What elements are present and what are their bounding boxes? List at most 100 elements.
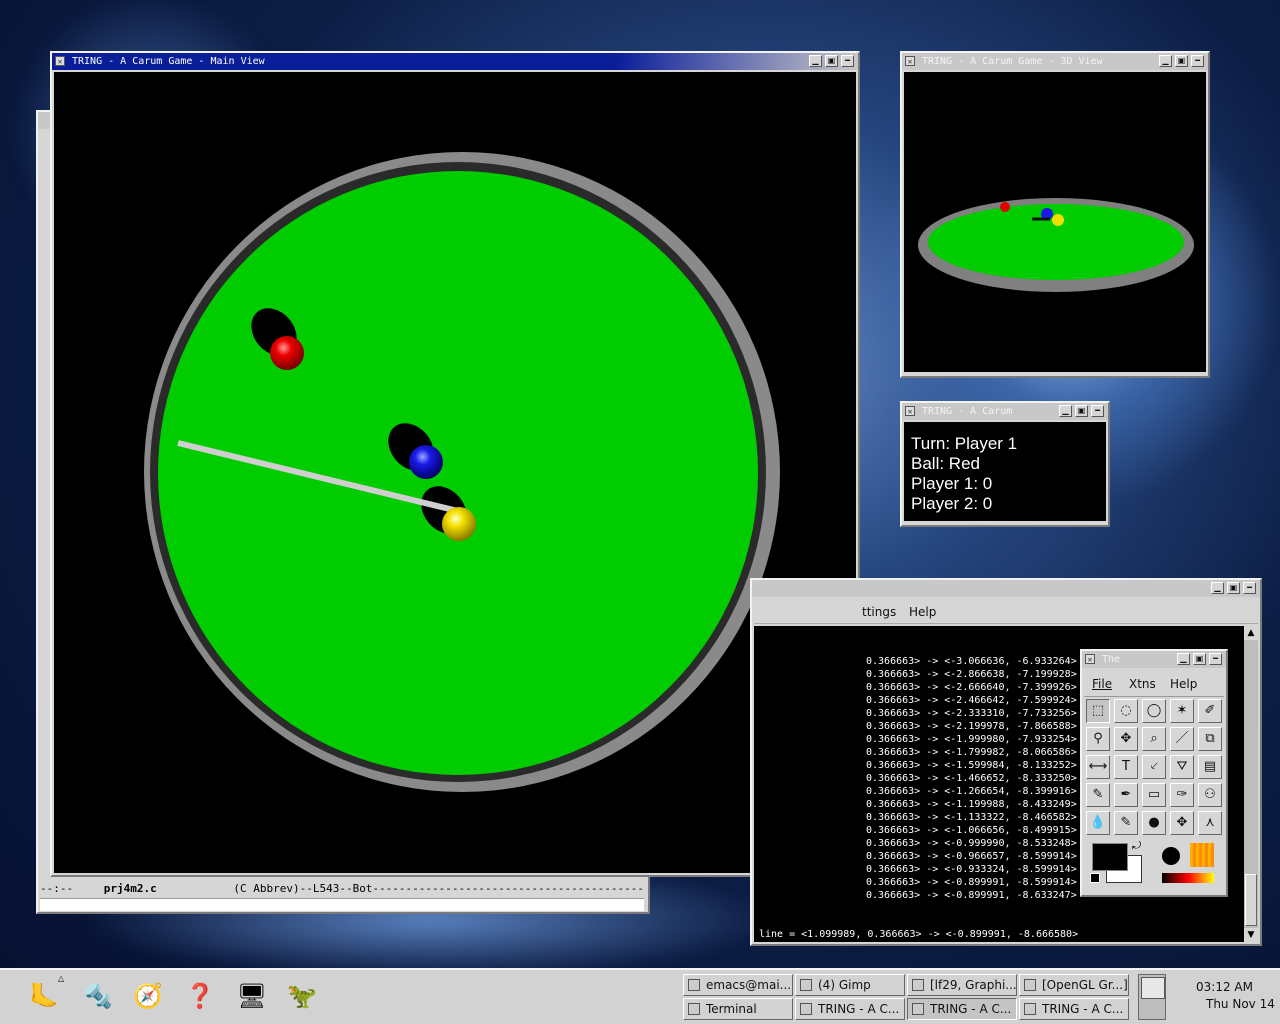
window-menu-icon[interactable]: ✕	[905, 56, 915, 66]
pager[interactable]	[1138, 974, 1166, 1020]
task-tring-1[interactable]: TRING - A C...	[795, 998, 905, 1020]
close-button[interactable]: ━	[841, 55, 854, 67]
modeline-info: (C Abbrev)--L543--Bot-------------------…	[233, 882, 644, 895]
gimp-toolbox-window[interactable]: ✕ The ▁ ▣ ━ File Xtns Help ⬚ ◌ ◯ ✶ ✐ ⚲ ✥ ⌕ ／ ⧉ ⟷ T ⸔…	[1080, 649, 1228, 897]
menu-settings[interactable]: ttings	[862, 605, 896, 619]
gimp-tool-icon[interactable]: ⚇	[1198, 783, 1222, 807]
minimize-button[interactable]: ▁	[1177, 653, 1190, 665]
menu-arrow-icon[interactable]: △	[58, 974, 64, 983]
view3d-window[interactable]: ✕ TRING - A Carum Game - 3D View ▁ ▣ ━	[900, 51, 1210, 378]
terminal-launcher-icon[interactable]: 🖥	[234, 978, 270, 1014]
gradient-preview[interactable]	[1162, 873, 1214, 883]
gimp-tool-icon[interactable]: ⛛	[1170, 755, 1194, 779]
status-window[interactable]: ✕ TRING - A Carum ▁ ▣ ━ Turn: Player 1 B…	[900, 401, 1110, 527]
gimp-tool-icon[interactable]: ⧉	[1198, 727, 1222, 751]
gimp-tool-icon[interactable]: ◯	[1142, 699, 1166, 723]
task-browser-2[interactable]: [OpenGL Gr...]	[1019, 974, 1129, 996]
pager-workspace[interactable]	[1141, 977, 1165, 999]
color-selector[interactable]: ⤾	[1088, 839, 1150, 887]
gimp-titlebar[interactable]: ✕ The ▁ ▣ ━	[1082, 651, 1226, 668]
pattern-preview[interactable]	[1190, 843, 1214, 867]
emacs-minibuffer[interactable]	[40, 898, 644, 911]
task-emacs[interactable]: emacs@mai...	[683, 974, 793, 996]
modeline-status: --:--	[40, 882, 74, 895]
emacs-modeline: --:-- prj4m2.c (C Abbrev)--L543--Bot----…	[40, 882, 644, 896]
terminal-scrollbar[interactable]: ▲ ▼	[1244, 626, 1258, 942]
control-center-icon[interactable]: 🧭	[130, 978, 166, 1014]
scrollbar-thumb[interactable]	[1245, 874, 1257, 926]
task-gimp[interactable]: (4) Gimp	[795, 974, 905, 996]
view3d-canvas[interactable]	[904, 72, 1206, 372]
menu-file[interactable]: File	[1092, 677, 1112, 691]
gimp-tool-icon[interactable]: ⸔	[1142, 755, 1166, 779]
window-icon	[912, 1003, 924, 1015]
task-label: TRING - A C...	[818, 1002, 900, 1016]
gimp-tool-icon[interactable]: ▭	[1142, 783, 1166, 807]
terminal-titlebar[interactable]: ▁ ▣ ━	[752, 580, 1260, 597]
status-titlebar[interactable]: ✕ TRING - A Carum ▁ ▣ ━	[902, 403, 1108, 420]
gimp-tool-icon[interactable]: ✥	[1170, 811, 1194, 835]
gimp-tool-icon[interactable]: ⬚	[1086, 699, 1110, 723]
main-view-titlebar[interactable]: ✕ TRING - A Carum Game - Main View ▁ ▣ ━	[52, 53, 858, 70]
close-button[interactable]: ━	[1243, 582, 1256, 594]
window-menu-icon[interactable]: ✕	[905, 406, 915, 416]
mozilla-icon[interactable]: 🦖	[284, 978, 320, 1014]
gimp-tool-icon[interactable]: ✥	[1114, 727, 1138, 751]
maximize-button[interactable]: ▣	[1075, 405, 1088, 417]
main-view-canvas[interactable]	[54, 72, 856, 873]
help-icon[interactable]: ❓	[182, 978, 218, 1014]
window-menu-icon[interactable]: ✕	[1085, 654, 1095, 664]
minimize-button[interactable]: ▁	[809, 55, 822, 67]
main-view-window[interactable]: ✕ TRING - A Carum Game - Main View ▁ ▣ ━	[50, 51, 860, 877]
window-menu-icon[interactable]: ✕	[55, 56, 65, 66]
foreground-color-swatch[interactable]	[1092, 843, 1128, 871]
gimp-tool-icon[interactable]: ▤	[1198, 755, 1222, 779]
gimp-tool-icon[interactable]: ⟷	[1086, 755, 1110, 779]
close-button[interactable]: ━	[1191, 55, 1204, 67]
menu-help[interactable]: Help	[909, 605, 936, 619]
gimp-tool-icon[interactable]: 💧	[1086, 811, 1110, 835]
gimp-tool-icon[interactable]: ◌	[1114, 699, 1138, 723]
maximize-button[interactable]: ▣	[1175, 55, 1188, 67]
gimp-tool-icon[interactable]: T	[1114, 755, 1138, 779]
maximize-button[interactable]: ▣	[825, 55, 838, 67]
gimp-tool-icon[interactable]: ⚲	[1086, 727, 1110, 751]
task-tring-3[interactable]: TRING - A C...	[1019, 998, 1129, 1020]
file-manager-icon[interactable]: 🔩	[80, 978, 116, 1014]
minimize-button[interactable]: ▁	[1059, 405, 1072, 417]
gimp-tool-icon[interactable]: ✐	[1198, 699, 1222, 723]
task-label: Terminal	[706, 1002, 757, 1016]
task-terminal[interactable]: Terminal	[683, 998, 793, 1020]
gimp-tool-icon[interactable]: ／	[1170, 727, 1194, 751]
close-button[interactable]: ━	[1091, 405, 1104, 417]
browser-icon	[1024, 979, 1036, 991]
scroll-up-arrow-icon[interactable]: ▲	[1244, 626, 1258, 640]
close-button[interactable]: ━	[1209, 653, 1222, 665]
gimp-tool-icon[interactable]: ⌕	[1142, 727, 1166, 751]
menu-xtns[interactable]: Xtns	[1129, 677, 1156, 691]
brush-pattern-gradient-area[interactable]	[1158, 841, 1220, 887]
task-tring-2[interactable]: TRING - A C...	[907, 998, 1017, 1020]
gimp-tool-icon[interactable]: ●	[1142, 811, 1166, 835]
brush-preview-icon[interactable]	[1162, 847, 1180, 865]
minimize-button[interactable]: ▁	[1211, 582, 1224, 594]
window-title: TRING - A Carum Game - Main View	[72, 56, 265, 67]
gimp-tool-icon[interactable]: ⋏	[1198, 811, 1222, 835]
minimize-button[interactable]: ▁	[1159, 55, 1172, 67]
task-label: (4) Gimp	[818, 978, 871, 992]
gimp-tool-icon[interactable]: ✑	[1170, 783, 1194, 807]
gimp-tool-icon[interactable]: ✶	[1170, 699, 1194, 723]
scroll-down-arrow-icon[interactable]: ▼	[1244, 928, 1258, 942]
swap-colors-icon[interactable]: ⤾	[1132, 839, 1141, 853]
menu-help[interactable]: Help	[1170, 677, 1197, 691]
maximize-button[interactable]: ▣	[1193, 653, 1206, 665]
gimp-menubar: File Xtns Help	[1084, 672, 1224, 697]
maximize-button[interactable]: ▣	[1227, 582, 1240, 594]
task-browser-1[interactable]: [lf29, Graphi...]	[907, 974, 1017, 996]
gnome-foot-icon[interactable]: 🦶	[26, 978, 62, 1014]
gimp-tool-icon[interactable]: ✎	[1114, 811, 1138, 835]
gimp-tool-icon[interactable]: ✎	[1086, 783, 1110, 807]
default-colors-icon[interactable]	[1090, 873, 1100, 883]
gimp-tool-icon[interactable]: ✒	[1114, 783, 1138, 807]
view3d-titlebar[interactable]: ✕ TRING - A Carum Game - 3D View ▁ ▣ ━	[902, 53, 1208, 70]
